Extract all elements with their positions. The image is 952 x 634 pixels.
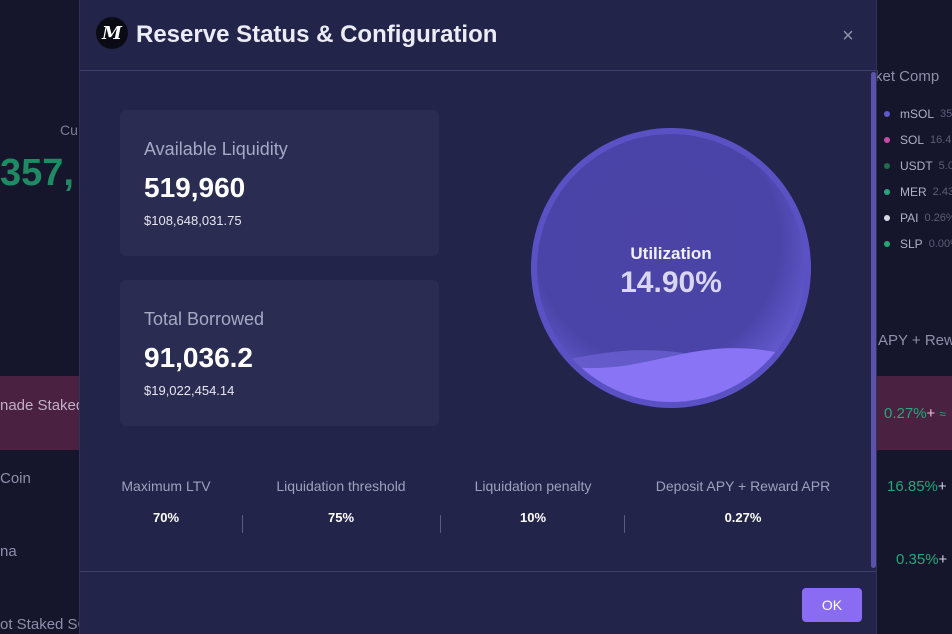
param-value: 75%	[327, 510, 355, 525]
total-borrowed-usd: $19,022,454.14	[144, 383, 235, 398]
param-label: Deposit APY + Reward APR	[655, 478, 831, 494]
mercurial-logo-icon: M	[96, 17, 128, 49]
param-value: 70%	[152, 510, 180, 525]
param-label: Liquidation threshold	[276, 478, 406, 494]
max-ltv: Maximum LTV 70%	[120, 478, 212, 525]
param-divider	[242, 515, 243, 533]
legend-dot-icon	[884, 111, 890, 117]
legend-name: PAI	[900, 211, 919, 225]
apy-value: 0.27%	[884, 405, 927, 422]
total-borrowed-card: Total Borrowed 91,036.2 $19,022,454.14	[120, 280, 439, 426]
total-borrowed-value: 91,036.2	[144, 342, 253, 373]
composition-legend: mSOL 35 SOL 16.4 USDT 5.0 MER 2.43 PAI 0…	[884, 101, 952, 257]
legend-item: SLP 0.00%	[884, 231, 952, 257]
utilization-value: 14.90%	[620, 266, 722, 299]
legend-value: 0.00%	[928, 238, 952, 250]
legend-name: USDT	[900, 159, 933, 173]
legend-name: SOL	[900, 133, 925, 147]
param-value: 0.27%	[724, 510, 762, 525]
modal-title: Reserve Status & Configuration	[136, 21, 498, 48]
market-composition-title: rket Comp	[870, 68, 940, 85]
row-asset-name[interactable]: ot Staked SC	[0, 616, 88, 633]
apy-plus: +	[937, 478, 947, 495]
param-divider	[624, 515, 625, 533]
legend-value: 35	[940, 108, 952, 120]
row-apy: 0.27%+ ≈	[884, 405, 946, 422]
available-liquidity-label: Available Liquidity	[144, 139, 288, 159]
total-borrowed-label: Total Borrowed	[144, 309, 265, 329]
close-button[interactable]: ×	[838, 24, 858, 48]
legend-name: MER	[900, 185, 927, 199]
legend-dot-icon	[884, 137, 890, 143]
param-value: 10%	[519, 510, 547, 525]
legend-item: USDT 5.0	[884, 153, 952, 179]
modal-header: M Reserve Status & Configuration ×	[80, 0, 876, 71]
approx-symbol: ≈	[939, 407, 946, 421]
scrollbar-thumb[interactable]	[871, 72, 876, 568]
legend-item: MER 2.43	[884, 179, 952, 205]
legend-item: mSOL 35	[884, 101, 952, 127]
row-asset-name[interactable]: Coin	[0, 470, 31, 487]
ok-button[interactable]: OK	[802, 588, 862, 622]
legend-dot-icon	[884, 241, 890, 247]
apy-value: 16.85%	[887, 478, 938, 495]
apy-plus: +	[938, 551, 948, 568]
available-liquidity-usd: $108,648,031.75	[144, 213, 242, 228]
legend-value: 0.26%	[924, 212, 952, 224]
legend-dot-icon	[884, 163, 890, 169]
apy-value: 0.35%	[896, 551, 939, 568]
apy-column-header: APY + Rew	[878, 332, 952, 349]
row-asset-name[interactable]: na	[0, 543, 17, 560]
legend-name: mSOL	[900, 107, 935, 121]
param-label: Liquidation penalty	[474, 478, 592, 494]
current-label: Cu	[60, 122, 78, 138]
liquidation-penalty: Liquidation penalty 10%	[470, 478, 596, 525]
modal-footer: OK	[80, 571, 876, 634]
legend-item: PAI 0.26%	[884, 205, 952, 231]
legend-dot-icon	[884, 189, 890, 195]
legend-dot-icon	[884, 215, 890, 221]
param-divider	[440, 515, 441, 533]
apy-plus: +	[926, 405, 936, 422]
row-apy: 0.35%+	[896, 551, 947, 568]
liquidation-threshold: Liquidation threshold 75%	[272, 478, 410, 525]
legend-value: 2.43	[932, 186, 952, 198]
legend-name: SLP	[900, 237, 923, 251]
row-asset-name[interactable]: nade Staked	[0, 397, 84, 414]
legend-item: SOL 16.4	[884, 127, 952, 153]
legend-value: 16.4	[930, 134, 952, 146]
total-value: 357,	[0, 152, 74, 194]
param-label: Maximum LTV	[121, 478, 211, 494]
row-apy: 16.85%+	[887, 478, 947, 495]
reserve-status-modal: M Reserve Status & Configuration × Avail…	[79, 0, 877, 634]
available-liquidity-value: 519,960	[144, 172, 246, 203]
available-liquidity-card: Available Liquidity 519,960 $108,648,031…	[120, 110, 439, 256]
utilization-label: Utilization	[630, 244, 712, 263]
legend-value: 5.0	[938, 160, 952, 172]
deposit-apy-reward-apr: Deposit APY + Reward APR 0.27%	[654, 478, 832, 525]
